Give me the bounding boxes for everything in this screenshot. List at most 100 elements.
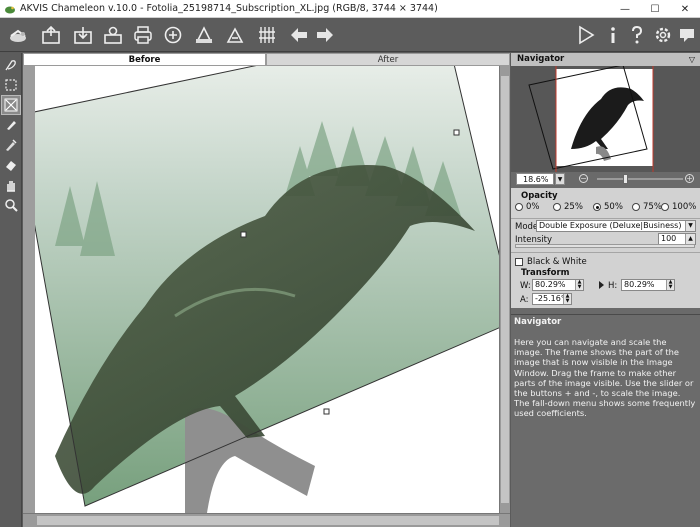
frame-bottom-handle[interactable] [323, 408, 330, 415]
settings-grid-button[interactable] [254, 23, 280, 47]
opacity-option-label: 0% [526, 202, 540, 212]
maximize-button[interactable]: ☐ [640, 0, 670, 18]
redo-button[interactable] [312, 23, 338, 47]
opacity-option-label: 100% [672, 202, 697, 212]
selection-tool[interactable] [2, 56, 20, 74]
minimize-button[interactable]: — [610, 0, 640, 18]
angle-field[interactable]: -25.16° ▲ ▼ [532, 293, 572, 305]
opacity-option-100[interactable]: 100% [661, 202, 696, 212]
window-title: AKVIS Chameleon v.10.0 - Fotolia_2519871… [20, 3, 438, 14]
black-white-label: Black & White [527, 257, 587, 267]
opacity-option-0[interactable]: 0% [515, 202, 540, 212]
mode-select[interactable]: Double Exposure (Deluxe|Business) ▼ [536, 220, 696, 232]
title-bar: AKVIS Chameleon v.10.0 - Fotolia_2519871… [0, 0, 700, 18]
opacity-option-label: 50% [604, 202, 623, 212]
hand-icon [7, 181, 15, 192]
print-icon [134, 26, 152, 44]
radio-selected-icon [593, 203, 601, 211]
zoom-in-button[interactable]: + [685, 174, 694, 183]
zoom-tool[interactable] [2, 196, 20, 214]
opacity-option-25[interactable]: 25% [553, 202, 583, 212]
view-tabs: Before After [23, 53, 510, 66]
horizontal-scrollbar[interactable] [23, 513, 510, 527]
open-button[interactable] [38, 23, 64, 47]
zoom-out-button[interactable]: − [579, 174, 588, 183]
opacity-option-label: 75% [643, 202, 662, 212]
rect-select-tool[interactable] [2, 76, 20, 94]
width-field[interactable]: 80.29% ▲ ▼ [532, 279, 584, 291]
plugin-icon [164, 26, 182, 44]
mode-value: Double Exposure (Deluxe|Business) [539, 221, 682, 230]
run-button[interactable] [573, 23, 599, 47]
navigator-menu-icon[interactable]: ▽ [689, 53, 695, 66]
preferences-button[interactable] [650, 23, 676, 47]
main-toolbar [0, 18, 700, 52]
link-proportions-icon[interactable] [597, 280, 605, 290]
hand-tool[interactable] [2, 176, 20, 194]
navigator-frame[interactable] [511, 66, 700, 172]
mode-label: Mode [515, 222, 539, 232]
height-label: H: [608, 281, 618, 291]
navigator-area[interactable] [511, 66, 700, 172]
zoom-slider[interactable] [597, 174, 683, 184]
width-label: W: [520, 281, 531, 291]
export-icon [226, 27, 244, 43]
vertical-scrollbar[interactable] [499, 66, 510, 513]
feedback-button[interactable] [674, 23, 700, 47]
radio-icon [661, 203, 669, 211]
eraser-tool[interactable] [2, 156, 20, 174]
radio-icon [515, 203, 523, 211]
image-canvas[interactable] [23, 66, 499, 513]
height-value: 80.29% [624, 280, 655, 289]
eraser-icon [6, 161, 16, 171]
share-icon [104, 26, 122, 44]
spin-icon: ▲ ▼ [575, 280, 583, 290]
opacity-radios: 0% 25% 50% 75% 100% [515, 202, 697, 216]
share-button[interactable] [100, 23, 126, 47]
opacity-option-50[interactable]: 50% [593, 202, 623, 212]
opacity-label: Opacity [521, 191, 558, 201]
intensity-slider[interactable] [515, 244, 695, 248]
brush-tool[interactable] [2, 116, 20, 134]
app-icon [5, 6, 15, 14]
plugin-button[interactable] [160, 23, 186, 47]
close-button[interactable]: ✕ [670, 0, 700, 18]
info-icon [611, 27, 615, 43]
tab-after[interactable]: After [266, 53, 510, 66]
export-button[interactable] [222, 23, 248, 47]
zoom-icon [5, 199, 18, 212]
transform-tool[interactable] [1, 95, 21, 115]
height-field[interactable]: 80.29% ▲ ▼ [621, 279, 675, 291]
opacity-option-75[interactable]: 75% [632, 202, 662, 212]
zoom-field[interactable]: 18.6% [516, 173, 554, 185]
save-button[interactable] [70, 23, 96, 47]
run-icon [579, 25, 595, 45]
chevron-down-icon: ▼ [685, 221, 695, 231]
spin-icon: ▲ ▼ [666, 280, 674, 290]
batch-button[interactable] [191, 23, 217, 47]
help-button[interactable] [624, 23, 650, 47]
preferences-icon [655, 27, 671, 43]
black-white-checkbox[interactable]: Black & White [515, 257, 587, 267]
undo-button[interactable] [286, 23, 312, 47]
tab-before[interactable]: Before [23, 53, 266, 66]
print-button[interactable] [130, 23, 156, 47]
zoom-dropdown[interactable]: ▼ [555, 173, 565, 185]
tool-palette [0, 53, 22, 527]
radio-icon [553, 203, 561, 211]
settings-panel: Opacity 0% 25% 50% 75% 100% Mode Double … [511, 188, 700, 308]
frame-right-top-handle[interactable] [453, 129, 460, 136]
help-panel: Navigator Here you can navigate and scal… [511, 314, 700, 527]
angle-value: -25.16° [535, 294, 565, 303]
spin-icon: ▲ [685, 234, 695, 244]
zoom-slider-thumb[interactable] [623, 174, 629, 184]
info-button[interactable] [600, 23, 626, 47]
home-button[interactable] [6, 23, 32, 47]
brush-icon [7, 121, 16, 130]
frame-center-handle[interactable] [240, 231, 247, 238]
refine-tool[interactable] [2, 136, 20, 154]
settings-grid-icon [259, 27, 275, 43]
navigator-title: Navigator [517, 54, 565, 64]
selection-icon [5, 60, 16, 71]
batch-icon [195, 26, 213, 43]
